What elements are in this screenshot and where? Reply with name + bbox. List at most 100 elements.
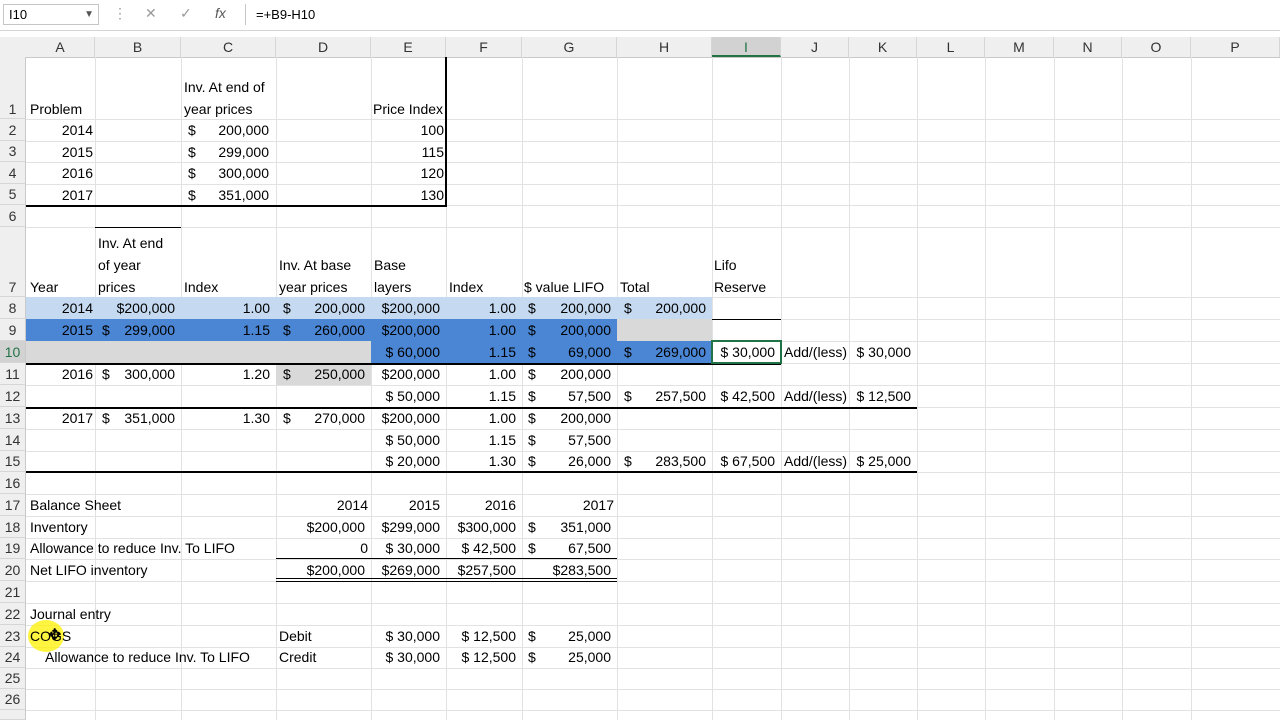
cell[interactable]: $ 12,500	[849, 386, 912, 406]
cell[interactable]: 2016	[26, 364, 93, 384]
cell[interactable]: Index	[184, 277, 218, 297]
cell[interactable]: 26,000	[522, 451, 611, 471]
cell[interactable]: 57,500	[522, 430, 611, 450]
formula-input[interactable]: =+B9-H10	[245, 4, 1280, 25]
cell[interactable]: 1.00	[446, 408, 516, 428]
cell[interactable]: 250,000	[276, 364, 365, 384]
cell[interactable]: $ 42,500	[446, 538, 517, 558]
cell[interactable]: 25,000	[522, 647, 611, 667]
column-header[interactable]: J	[781, 37, 849, 57]
row-header[interactable]: 7	[0, 227, 26, 297]
row-header[interactable]: 22	[0, 603, 26, 625]
cell[interactable]: $269,000	[371, 560, 440, 580]
column-header[interactable]: G	[522, 37, 617, 57]
cell[interactable]: Net LIFO inventory	[30, 560, 148, 580]
cell[interactable]: 2017	[26, 408, 93, 428]
row-header[interactable]: 21	[0, 581, 26, 603]
cell[interactable]: $ 20,000	[371, 451, 441, 471]
cell[interactable]: 1.20	[181, 364, 270, 384]
cell[interactable]: Reserve	[714, 277, 766, 297]
cell[interactable]: Balance Sheet	[30, 495, 121, 515]
cell[interactable]: Allowance to reduce Inv. To LIFO	[30, 538, 235, 558]
cell[interactable]: of year	[98, 255, 141, 275]
cell[interactable]: 270,000	[276, 408, 365, 428]
cell[interactable]: 200,000	[522, 320, 611, 340]
column-header[interactable]: A	[26, 37, 95, 57]
cell[interactable]: $ 12,500	[446, 626, 517, 646]
cell[interactable]: Inv. At end of	[184, 77, 265, 97]
cell[interactable]: Add/(less)	[784, 451, 847, 471]
cell[interactable]: 1.15	[446, 342, 516, 362]
cell[interactable]: Inventory	[30, 517, 88, 537]
row-header[interactable]: 8	[0, 297, 26, 319]
cell[interactable]: Index	[449, 277, 483, 297]
cell[interactable]: 130	[371, 185, 444, 205]
row-header[interactable]: 25	[0, 668, 26, 689]
cell[interactable]: 2016	[26, 163, 93, 183]
cell[interactable]: 2015	[26, 142, 93, 162]
cell[interactable]: $299,000	[371, 517, 440, 537]
cell[interactable]: prices	[98, 277, 135, 297]
cell[interactable]: 120	[371, 163, 444, 183]
column-header[interactable]: O	[1122, 37, 1191, 57]
column-header[interactable]: M	[985, 37, 1054, 57]
cell[interactable]: 351,000	[522, 517, 611, 537]
column-header[interactable]: P	[1191, 37, 1280, 57]
cell[interactable]: 2014	[26, 120, 93, 140]
row-header[interactable]: 10	[0, 341, 26, 363]
row-header[interactable]: 4	[0, 162, 26, 184]
cell[interactable]: 1.00	[446, 364, 516, 384]
row-header[interactable]: 17	[0, 494, 26, 516]
cell[interactable]: 300,000	[95, 364, 175, 384]
row-header[interactable]: 11	[0, 363, 26, 385]
cell[interactable]: 351,000	[95, 408, 175, 428]
column-header[interactable]: N	[1054, 37, 1122, 57]
cell[interactable]: $200,000	[371, 408, 440, 428]
cell[interactable]: 1.30	[446, 451, 516, 471]
row-header[interactable]: 19	[0, 538, 26, 559]
cell[interactable]: 67,500	[522, 538, 611, 558]
cell[interactable]: $ 60,000	[371, 342, 441, 362]
cell[interactable]: $ 50,000	[371, 430, 441, 450]
cell[interactable]: 1.00	[446, 320, 516, 340]
row-header[interactable]: 13	[0, 407, 26, 429]
column-header[interactable]: C	[181, 37, 276, 57]
cell[interactable]: Debit	[279, 626, 312, 646]
row-header[interactable]: 1	[0, 57, 26, 119]
cell[interactable]: Add/(less)	[784, 342, 847, 362]
cell[interactable]: Journal entry	[30, 604, 111, 624]
row-header[interactable]: 6	[0, 205, 26, 227]
cell[interactable]: 1.00	[446, 298, 516, 318]
cell[interactable]: 1.15	[446, 430, 516, 450]
cell[interactable]: $ 12,500	[446, 647, 517, 667]
cell[interactable]: $ value LIFO	[524, 277, 604, 297]
row-header[interactable]: 26	[0, 689, 26, 710]
cell[interactable]: 115	[371, 142, 444, 162]
cell[interactable]: $200,000	[276, 560, 365, 580]
cell[interactable]: 2015	[371, 495, 440, 515]
function-icon[interactable]: fx	[215, 5, 226, 21]
cell[interactable]: 2017	[26, 185, 93, 205]
column-header[interactable]: B	[95, 37, 181, 57]
cell[interactable]: $200,000	[276, 517, 365, 537]
cell[interactable]: 69,000	[522, 342, 611, 362]
cell[interactable]: 2014	[26, 298, 93, 318]
cell[interactable]: $ 42,500	[712, 386, 776, 406]
cell[interactable]: 200,000	[276, 298, 365, 318]
cell[interactable]: Lifo	[714, 255, 737, 275]
cell[interactable]: $ 67,500	[712, 451, 776, 471]
row-header[interactable]: 12	[0, 385, 26, 407]
cell[interactable]: $ 30,000	[371, 538, 441, 558]
cell[interactable]: year prices	[184, 99, 252, 119]
cell[interactable]: 351,000	[181, 185, 269, 205]
row-header[interactable]: 23	[0, 625, 26, 647]
cell[interactable]: 1.15	[446, 386, 516, 406]
cell[interactable]: 1.00	[181, 298, 270, 318]
cell[interactable]: 300,000	[181, 163, 269, 183]
cell[interactable]: Credit	[279, 647, 316, 667]
selected-cell[interactable]	[711, 340, 782, 364]
cell[interactable]: 200,000	[181, 120, 269, 140]
cell[interactable]: Inv. At base	[279, 255, 351, 275]
cancel-icon[interactable]: ✕	[145, 5, 157, 22]
column-header[interactable]: F	[446, 37, 522, 57]
